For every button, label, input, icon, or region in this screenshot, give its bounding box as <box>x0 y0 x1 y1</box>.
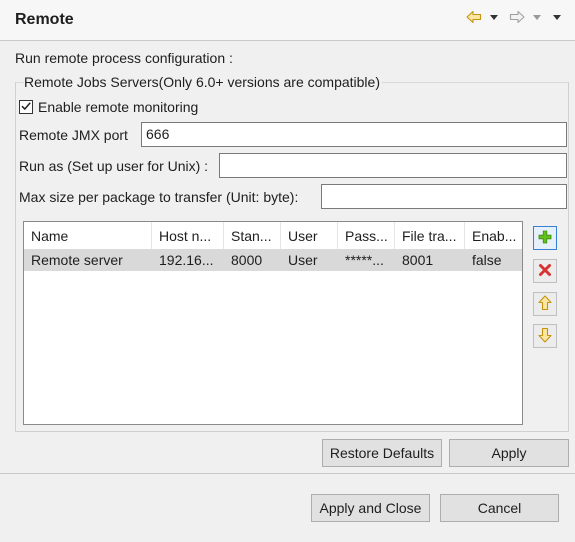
dropdown-arrow-icon <box>489 13 499 21</box>
view-menu-icon <box>552 13 562 21</box>
table-header: Name Host n... Stan... User Pass... File… <box>24 222 522 249</box>
page-title: Remote <box>15 11 74 28</box>
cell-standard-port: 8000 <box>231 252 263 268</box>
forward-history-dropdown[interactable] <box>532 9 542 25</box>
add-icon <box>538 230 552 247</box>
apply-button[interactable]: Apply <box>449 439 569 467</box>
checkmark-icon <box>20 99 32 115</box>
back-button[interactable] <box>466 9 482 25</box>
column-header-enabled[interactable]: Enab... <box>465 222 522 249</box>
cancel-button[interactable]: Cancel <box>440 494 559 522</box>
column-header-file-transfer[interactable]: File tra... <box>395 222 465 249</box>
move-up-icon <box>538 294 552 314</box>
header: Remote <box>0 0 575 41</box>
max-size-label: Max size per package to transfer (Unit: … <box>19 189 299 205</box>
restore-defaults-button[interactable]: Restore Defaults <box>322 439 442 467</box>
back-arrow-icon <box>466 10 482 24</box>
max-size-field[interactable] <box>321 184 567 209</box>
add-server-button[interactable] <box>533 226 557 250</box>
cell-file-transfer: 8001 <box>402 252 434 268</box>
run-as-field[interactable] <box>219 153 567 178</box>
column-header-user[interactable]: User <box>281 222 338 249</box>
jmx-port-label: Remote JMX port <box>19 127 128 143</box>
section-subtitle: Run remote process configuration : <box>15 50 233 66</box>
cell-name: Remote server <box>31 252 123 268</box>
forward-arrow-icon <box>509 10 525 24</box>
back-history-dropdown[interactable] <box>489 9 499 25</box>
table-row[interactable]: Remote server 192.16... 8000 User *****.… <box>24 249 522 271</box>
enable-monitoring-label: Enable remote monitoring <box>38 99 199 115</box>
cell-host: 192.16... <box>159 252 214 268</box>
column-header-password[interactable]: Pass... <box>338 222 395 249</box>
cell-enabled: false <box>472 252 502 268</box>
move-up-button[interactable] <box>533 292 557 316</box>
enable-monitoring-row[interactable]: Enable remote monitoring <box>19 99 198 115</box>
apply-and-close-button[interactable]: Apply and Close <box>311 494 430 522</box>
forward-button[interactable] <box>509 9 525 25</box>
jmx-port-field[interactable]: 666 <box>141 122 567 147</box>
group-title: Remote Jobs Servers(Only 6.0+ versions a… <box>24 74 382 90</box>
run-as-label: Run as (Set up user for Unix) : <box>19 158 209 174</box>
column-header-name[interactable]: Name <box>24 222 152 249</box>
cell-user: User <box>288 252 318 268</box>
column-header-standard-port[interactable]: Stan... <box>224 222 281 249</box>
column-header-host[interactable]: Host n... <box>152 222 224 249</box>
servers-table: Name Host n... Stan... User Pass... File… <box>23 221 523 425</box>
delete-server-button[interactable] <box>533 259 557 283</box>
dialog-separator <box>0 473 575 474</box>
view-menu-button[interactable] <box>552 9 562 25</box>
enable-monitoring-checkbox[interactable] <box>19 100 33 114</box>
dropdown-arrow-icon <box>532 13 542 21</box>
move-down-icon <box>538 327 552 346</box>
delete-icon <box>538 263 552 280</box>
cell-password: *****... <box>345 252 384 268</box>
move-down-button[interactable] <box>533 324 557 348</box>
